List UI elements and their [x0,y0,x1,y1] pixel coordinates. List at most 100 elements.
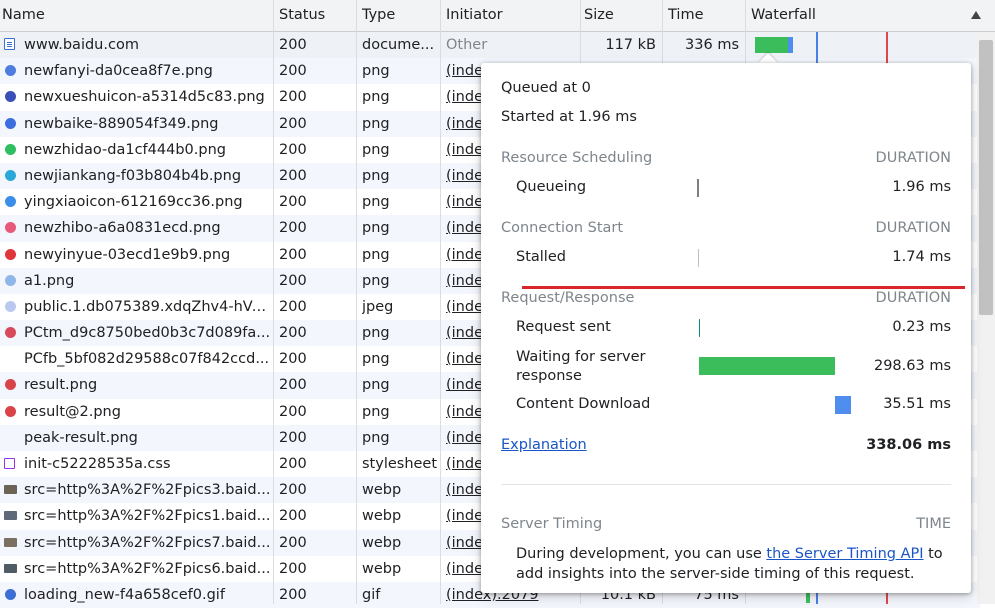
column-header-time[interactable]: Time [666,0,746,31]
column-header-type[interactable]: Type [360,0,442,31]
request-name: PCfb_5bf082d29588c07f842ccd... [24,351,270,368]
request-status: 200 [279,508,307,525]
column-header-status[interactable]: Status [277,0,357,31]
column-header-initiator[interactable]: Initiator [444,0,580,31]
column-divider[interactable] [356,0,357,604]
request-status: 200 [279,167,307,184]
timing-value-stalled: 1.74 ms [892,249,951,265]
request-status: 200 [279,272,307,289]
table-row[interactable]: www.baidu.com 200 docume... Other 117 kB 336 … [0,32,980,59]
server-timing-description: During development, you can use the Serv… [516,545,956,584]
request-status: 200 [279,429,307,446]
request-type: png [362,351,390,368]
waterfall-bar-download[interactable] [788,37,793,53]
section-title-server-timing: Server Timing [501,516,603,532]
request-type: webp [362,508,402,525]
waterfall-bar-waiting[interactable] [806,593,810,603]
request-status: 200 [279,37,307,53]
request-size: 117 kB [605,37,656,53]
request-status: 200 [279,351,307,368]
request-status: 200 [279,403,307,420]
server-timing-api-link[interactable]: the Server Timing API [766,546,923,562]
request-name: yingxiaoicon-612169cc36.png [24,194,243,211]
request-type: gif [362,586,381,603]
request-name: public.1.db075389.xdqZhv4-hVa... [24,298,273,315]
request-time: 336 ms [685,37,739,53]
timing-value-waiting: 298.63 ms [873,358,951,374]
request-name: src=http%3A%2F%2Fpics1.baid... [24,508,271,525]
request-name: PCtm_d9c8750bed0b3c7d089fa... [24,325,271,342]
scrollbar-thumb[interactable] [979,40,993,315]
request-initiator: Other [446,37,488,53]
request-type: png [362,63,390,80]
request-type: jpeg [362,298,394,315]
timing-bar-queueing [697,179,699,197]
timing-label-stalled: Stalled [516,249,566,265]
request-status: 200 [279,141,307,158]
request-name: newjiankang-f03b804b4b.png [24,167,242,184]
request-type: stylesheet [362,456,438,472]
timing-bar-waiting [698,357,835,375]
request-name: src=http%3A%2F%2Fpics7.baid... [24,534,271,551]
request-status: 200 [279,194,307,211]
request-type: webp [362,560,402,577]
request-name: newbaike-889054f349.png [24,115,219,132]
request-type: png [362,429,390,446]
request-name: newyinyue-03ecd1e9b9.png [24,246,231,263]
sort-ascending-icon[interactable] [971,11,981,19]
column-divider[interactable] [273,0,274,604]
request-name: newfanyi-da0cea8f7e.png [24,63,213,80]
request-name: newzhibo-a6a0831ecd.png [24,220,221,237]
column-header-size[interactable]: Size [582,0,662,31]
request-status: 200 [279,456,307,472]
request-status: 200 [279,482,307,499]
server-timing-text: During development, you can use [516,546,767,562]
waterfall-bar-waiting[interactable] [755,37,788,53]
request-type: png [362,246,390,263]
request-type: webp [362,534,402,551]
explanation-link[interactable]: Explanation [501,437,587,453]
started-at-text: Started at 1.96 ms [501,109,637,125]
section-duration-label: DURATION [875,220,951,236]
request-type: png [362,220,390,237]
section-title-connection-start: Connection Start [501,220,624,236]
request-type: png [362,377,390,394]
request-status: 200 [279,534,307,551]
column-divider[interactable] [440,0,441,604]
request-name: result@2.png [24,403,121,420]
timing-label-waiting: Waiting for server response [516,349,646,384]
request-type: png [362,325,390,342]
request-name: src=http%3A%2F%2Fpics3.baid... [24,482,271,499]
timing-label-queueing: Queueing [516,179,587,195]
request-type: png [362,194,390,211]
request-status: 200 [279,246,307,263]
column-header-waterfall[interactable]: Waterfall [749,0,949,31]
request-name: newzhidao-da1cf444b0.png [24,141,226,158]
timing-bar-stalled [697,249,700,267]
request-type: png [362,141,390,158]
request-status: 200 [279,115,307,132]
section-time-label: TIME [916,516,951,532]
column-header-name[interactable]: Name [0,0,273,31]
request-type: webp [362,482,402,499]
timing-popover: Queued at 0 Started at 1.96 ms Resource … [481,63,971,593]
request-status: 200 [279,560,307,577]
request-type: png [362,272,390,289]
request-type: png [362,167,390,184]
timing-value-content-download: 35.51 ms [883,396,951,412]
request-name: loading_new-f4a658cef0.gif [24,586,225,603]
queued-at-text: Queued at 0 [501,80,591,96]
timing-value-request-sent: 0.23 ms [892,319,951,335]
request-type: png [362,89,390,106]
section-title-request-response: Request/Response [501,290,635,306]
request-name: peak-result.png [24,429,138,446]
request-name: a1.png [24,272,75,289]
request-status: 200 [279,377,307,394]
annotation-underline [522,286,965,289]
request-type: png [362,403,390,420]
request-status: 200 [279,298,307,315]
request-status: 200 [279,586,307,603]
request-name: www.baidu.com [24,37,139,53]
request-status: 200 [279,89,307,106]
section-title-resource-scheduling: Resource Scheduling [501,150,653,166]
